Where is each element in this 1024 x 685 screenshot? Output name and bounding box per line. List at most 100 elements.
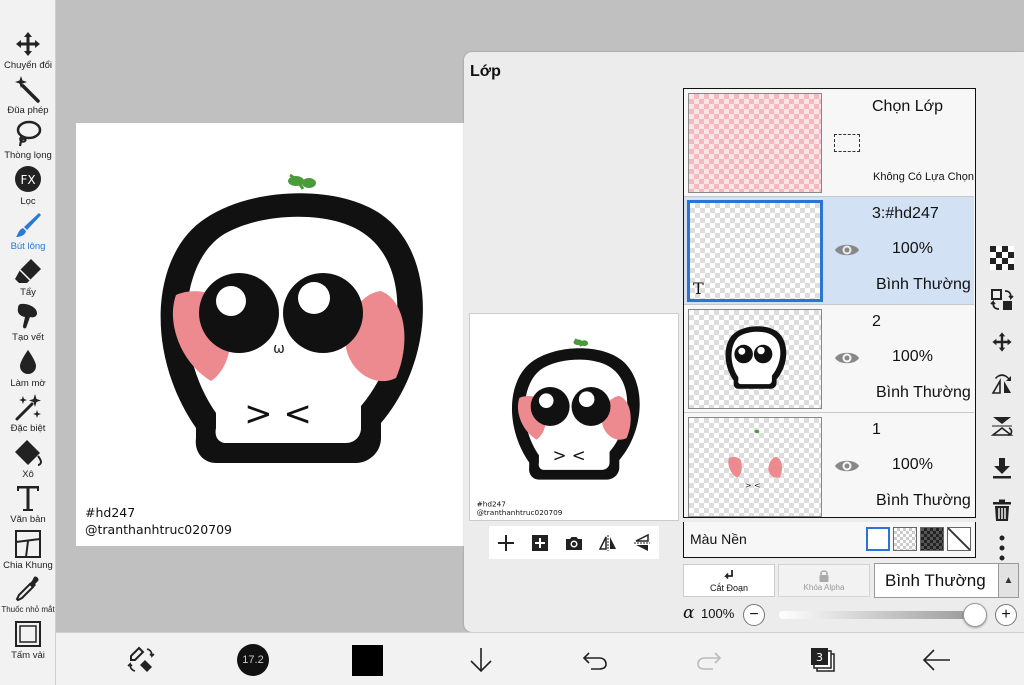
panel-title: Lớp bbox=[470, 63, 501, 80]
brush-eraser-swap-icon bbox=[127, 646, 155, 672]
opacity-slider-knob[interactable] bbox=[963, 603, 987, 627]
layer-opacity: 100% bbox=[892, 456, 933, 473]
layer-blend-mode: Bình Thường bbox=[876, 492, 971, 509]
move-arrows-icon bbox=[992, 332, 1012, 352]
bg-swatch-white[interactable] bbox=[866, 527, 890, 551]
tool-frame-divider[interactable]: Chia Khung bbox=[0, 528, 56, 574]
flip-horizontal-icon[interactable] bbox=[598, 533, 618, 553]
layer-thumbnail bbox=[688, 309, 822, 409]
fx-filter-icon: FX bbox=[15, 166, 41, 192]
layer-row-2[interactable]: 2 100% Bình Thường bbox=[684, 305, 974, 413]
visibility-eye-icon[interactable] bbox=[834, 457, 860, 475]
background-label: Màu Nền bbox=[690, 531, 747, 547]
camera-icon[interactable] bbox=[564, 533, 584, 553]
flip-rotate-icon bbox=[991, 374, 1011, 394]
layer-thumbnail: > < bbox=[688, 417, 822, 517]
rotate-flip-button[interactable] bbox=[986, 368, 1018, 400]
tool-blur[interactable]: Làm mờ bbox=[0, 346, 56, 392]
color-picker-button[interactable] bbox=[350, 643, 384, 677]
move-arrows-icon bbox=[16, 32, 40, 56]
canvas-caption-tag: #hd247 bbox=[85, 505, 136, 520]
text-t-icon bbox=[17, 486, 39, 511]
layers-button[interactable]: 3 bbox=[806, 643, 840, 677]
tool-label: Lọc bbox=[20, 196, 36, 207]
merge-down-button[interactable] bbox=[986, 452, 1018, 484]
lock-alpha-icon bbox=[819, 570, 829, 582]
mouth-glyph: ω bbox=[273, 341, 285, 357]
delete-layer-button[interactable] bbox=[986, 494, 1018, 526]
redo-button[interactable] bbox=[692, 643, 726, 677]
bg-swatch-dark[interactable] bbox=[920, 527, 944, 551]
layer-panel: Lớp > < #hd247 @tranthanhtruc020709 Chọn… bbox=[464, 52, 1024, 632]
selection-layer-row[interactable]: Chọn Lớp Không Có Lựa Chọn bbox=[684, 89, 974, 197]
layer-opacity: 100% bbox=[892, 348, 933, 365]
tool-canvas[interactable]: Tấm vải bbox=[0, 618, 56, 664]
move-layer-button[interactable] bbox=[986, 326, 1018, 358]
tool-sidebar: Chuyển đổi Đũa phép Thòng lọng FX Lọc Bú… bbox=[0, 0, 56, 685]
arrow-down-icon bbox=[470, 648, 492, 673]
visibility-eye-icon[interactable] bbox=[834, 349, 860, 367]
bucket-icon bbox=[15, 440, 43, 466]
merge-down-icon bbox=[993, 458, 1011, 479]
tool-label: Văn bản bbox=[10, 514, 46, 525]
brush-eraser-toggle-button[interactable] bbox=[124, 643, 158, 677]
tool-bucket[interactable]: Xô bbox=[0, 437, 56, 483]
undo-button[interactable] bbox=[578, 643, 612, 677]
plus-icon: + bbox=[1001, 606, 1011, 623]
layer-blend-mode: Bình Thường bbox=[876, 276, 971, 293]
arrow-left-icon bbox=[922, 649, 950, 671]
layer-opacity: 100% bbox=[892, 240, 933, 257]
add-layer-icon[interactable] bbox=[496, 533, 516, 553]
drawing-canvas[interactable]: ω > < #hd247 @tranthanhtruc020709 bbox=[76, 123, 500, 546]
back-button[interactable] bbox=[920, 643, 954, 677]
brush-size-value: 17.2 bbox=[242, 654, 264, 666]
tool-label: Đũa phép bbox=[7, 105, 49, 116]
bg-swatch-none[interactable] bbox=[947, 527, 971, 551]
tool-magic-wand[interactable]: Đũa phép bbox=[0, 73, 56, 119]
blend-mode-select[interactable]: Bình Thường ▲ bbox=[874, 563, 1019, 598]
bg-swatch-transparent[interactable] bbox=[893, 527, 917, 551]
tool-transform[interactable]: Chuyển đổi bbox=[0, 28, 56, 74]
layer-row-1[interactable]: > < 1 100% Bình Thường bbox=[684, 413, 974, 517]
tool-lasso[interactable]: Thòng lọng bbox=[0, 118, 56, 164]
brush-icon bbox=[16, 213, 41, 237]
tool-text[interactable]: Văn bản bbox=[0, 482, 56, 528]
tool-filter[interactable]: FX Lọc bbox=[0, 164, 56, 210]
tool-label: Thòng lọng bbox=[4, 150, 52, 161]
opacity-row: α 100% − + bbox=[683, 603, 1024, 627]
tool-label: Thuốc nhỏ mắt bbox=[1, 605, 55, 614]
eraser-icon bbox=[15, 259, 41, 283]
add-layer-box-icon[interactable] bbox=[530, 533, 550, 553]
dashed-selection-icon bbox=[834, 134, 860, 152]
tool-label: Chia Khung bbox=[3, 560, 53, 571]
canvas-preview[interactable]: > < #hd247 @tranthanhtruc020709 bbox=[469, 313, 679, 521]
opacity-decrease-button[interactable]: − bbox=[743, 604, 765, 626]
trash-icon bbox=[993, 499, 1011, 521]
layer-row-3[interactable]: T 3:#hd247 100% Bình Thường bbox=[684, 197, 974, 305]
brush-size-button[interactable]: 17.2 bbox=[236, 643, 270, 677]
visibility-eye-icon[interactable] bbox=[834, 241, 860, 259]
opacity-increase-button[interactable]: + bbox=[995, 604, 1017, 626]
tool-brush[interactable]: Bút lông bbox=[0, 209, 56, 255]
tool-eyedropper[interactable]: Thuốc nhỏ mắt bbox=[0, 573, 56, 619]
flip-vertical-icon[interactable] bbox=[632, 533, 652, 553]
flip-vertical-button[interactable] bbox=[986, 410, 1018, 442]
tool-label: Xô bbox=[22, 469, 34, 480]
checker-layer-button[interactable] bbox=[986, 242, 1018, 274]
bottom-toolbar: 17.2 3 bbox=[56, 632, 1024, 685]
tool-special[interactable]: Đặc biệt bbox=[0, 391, 56, 437]
alpha-lock-button[interactable]: Khóa Alpha bbox=[778, 564, 870, 597]
swap-layers-button[interactable] bbox=[986, 284, 1018, 316]
smudge-icon bbox=[17, 303, 37, 329]
opacity-slider[interactable] bbox=[779, 603, 987, 627]
more-options-button[interactable] bbox=[986, 532, 1018, 564]
tool-smudge[interactable]: Tạo vết bbox=[0, 300, 56, 346]
swap-icon bbox=[990, 289, 1014, 310]
download-button[interactable] bbox=[464, 643, 498, 677]
redo-icon bbox=[697, 652, 722, 670]
text-layer-marker: T bbox=[693, 279, 704, 298]
frame-divider-icon bbox=[15, 530, 41, 558]
tool-label: Tạo vết bbox=[12, 332, 44, 343]
clipping-button[interactable]: Cắt Đoạn bbox=[683, 564, 775, 597]
tool-eraser[interactable]: Tẩy bbox=[0, 255, 56, 301]
